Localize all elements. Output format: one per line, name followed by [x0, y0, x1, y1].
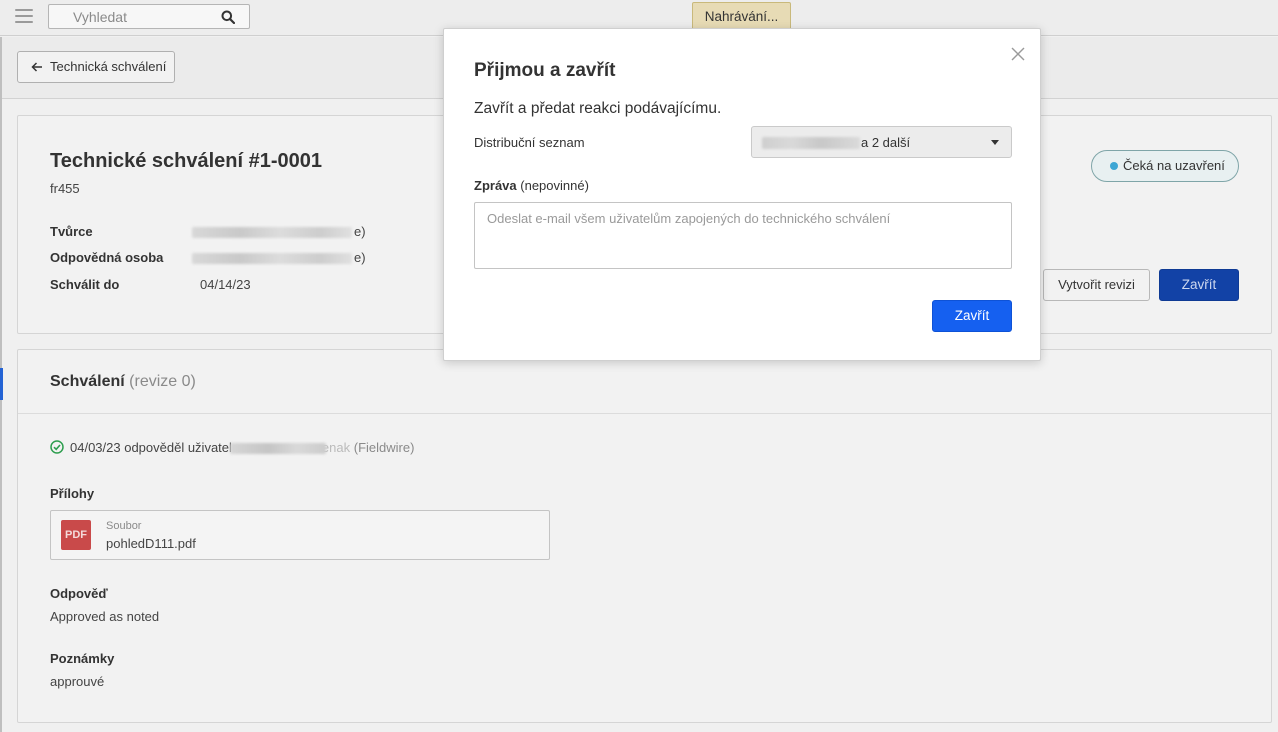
search-box	[48, 4, 250, 29]
answer-value: Approved as noted	[50, 609, 160, 624]
distribution-list-value: a 2 další	[861, 135, 911, 150]
approval-card: Schválení (revize 0) 04/03/23 odpověděl …	[17, 349, 1272, 723]
notes-label: Poznámky	[50, 651, 115, 666]
response-line: 04/03/23 odpověděl uživatel enak (Fieldwi…	[50, 440, 414, 455]
attachment-item[interactable]: PDF Soubor pohledD111.pdf	[50, 510, 550, 560]
status-label: Čeká na uzavření	[1123, 158, 1225, 173]
distribution-list-label: Distribuční seznam	[474, 135, 585, 150]
back-button[interactable]: Technická schválení	[17, 51, 175, 83]
search-icon[interactable]	[221, 10, 235, 24]
redacted-name	[762, 137, 860, 149]
responsible-value: e)	[192, 250, 366, 265]
back-button-label: Technická schválení	[50, 59, 167, 74]
search-input[interactable]	[55, 5, 215, 28]
accept-and-close-dialog: Přijmou a zavřít Zavřít a předat reakci …	[443, 28, 1041, 361]
response-source: (Fieldwire)	[353, 440, 415, 455]
pdf-file-icon: PDF	[61, 520, 91, 550]
notes-value: approuvé	[50, 674, 105, 689]
close-icon[interactable]	[1010, 46, 1026, 62]
redacted-name	[192, 227, 352, 239]
approval-title: Schválení (revize 0)	[50, 373, 196, 390]
dialog-subtitle: Zavřít a předat reakci podávajícímu.	[474, 100, 722, 117]
distribution-list-select[interactable]: a 2 další	[751, 126, 1012, 158]
attachment-type: Soubor	[106, 520, 142, 532]
creator-row: Tvůrce e)	[50, 224, 366, 239]
arrow-left-icon	[31, 62, 42, 72]
close-submit-button[interactable]: Zavřít	[932, 300, 1012, 332]
status-dot-icon	[1110, 162, 1118, 170]
redacted-name	[192, 253, 352, 265]
page-title: Technické schválení #1-0001	[50, 150, 323, 172]
upload-status-badge: Nahrávání...	[692, 2, 791, 30]
close-submittal-button[interactable]: Zavřít	[1159, 269, 1239, 301]
message-textarea[interactable]	[474, 202, 1012, 269]
responsible-label: Odpovědná osoba	[50, 250, 164, 265]
left-accent	[0, 368, 3, 400]
submittal-subtitle: fr455	[50, 181, 80, 196]
status-badge: Čeká na uzavření	[1091, 150, 1239, 182]
revision-label: (revize 0)	[129, 373, 196, 390]
hamburger-menu-icon[interactable]	[15, 9, 33, 25]
caret-down-icon	[991, 140, 999, 145]
attachments-label: Přílohy	[50, 486, 95, 501]
creator-label: Tvůrce	[50, 224, 93, 239]
create-revision-button[interactable]: Vytvořit revizi	[1043, 269, 1150, 301]
approve-by-row: Schválit do 04/14/23	[50, 277, 251, 292]
attachment-name: pohledD111.pdf	[106, 536, 196, 551]
answer-label: Odpověď	[50, 586, 108, 601]
message-label: Zpráva (nepovinné)	[474, 178, 589, 193]
responsible-row: Odpovědná osoba e)	[50, 250, 366, 265]
check-circle-icon	[50, 440, 64, 454]
approve-by-label: Schválit do	[50, 277, 120, 292]
approve-by-value: 04/14/23	[200, 277, 251, 292]
creator-value: e)	[192, 224, 366, 239]
redacted-name	[229, 443, 326, 455]
dialog-title: Přijmou a zavřít	[474, 60, 616, 81]
